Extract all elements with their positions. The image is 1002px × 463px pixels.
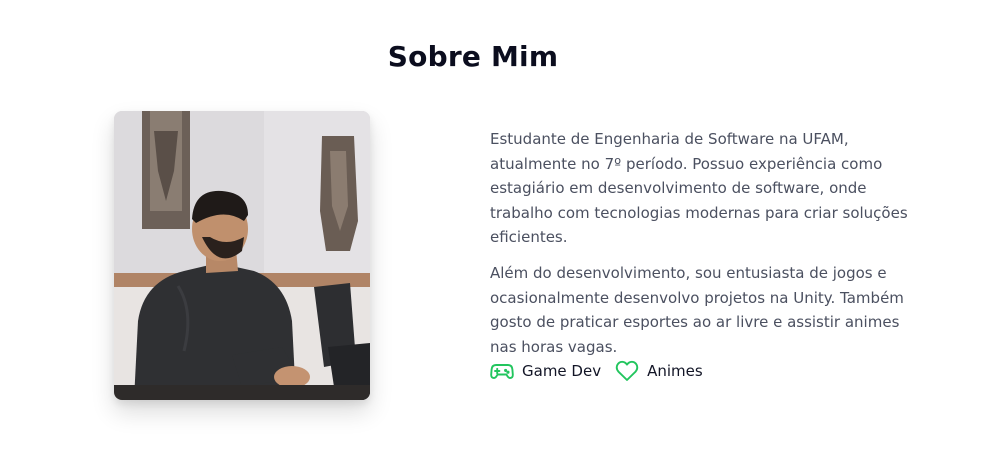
profile-photo	[114, 111, 370, 400]
interest-label: Animes	[647, 362, 703, 380]
section-title: Sobre Mim	[387, 40, 559, 73]
interests-list: Game Dev Animes	[490, 358, 717, 384]
about-text: Estudante de Engenharia de Software na U…	[490, 127, 930, 370]
about-paragraph-2: Além do desenvolvimento, sou entusiasta …	[490, 263, 904, 356]
interest-animes: Animes	[615, 360, 703, 382]
gamepad-icon	[490, 361, 514, 381]
about-paragraph-1: Estudante de Engenharia de Software na U…	[490, 130, 908, 247]
interest-label: Game Dev	[522, 362, 602, 380]
heart-icon	[615, 360, 639, 382]
interest-game-dev: Game Dev	[490, 361, 601, 381]
